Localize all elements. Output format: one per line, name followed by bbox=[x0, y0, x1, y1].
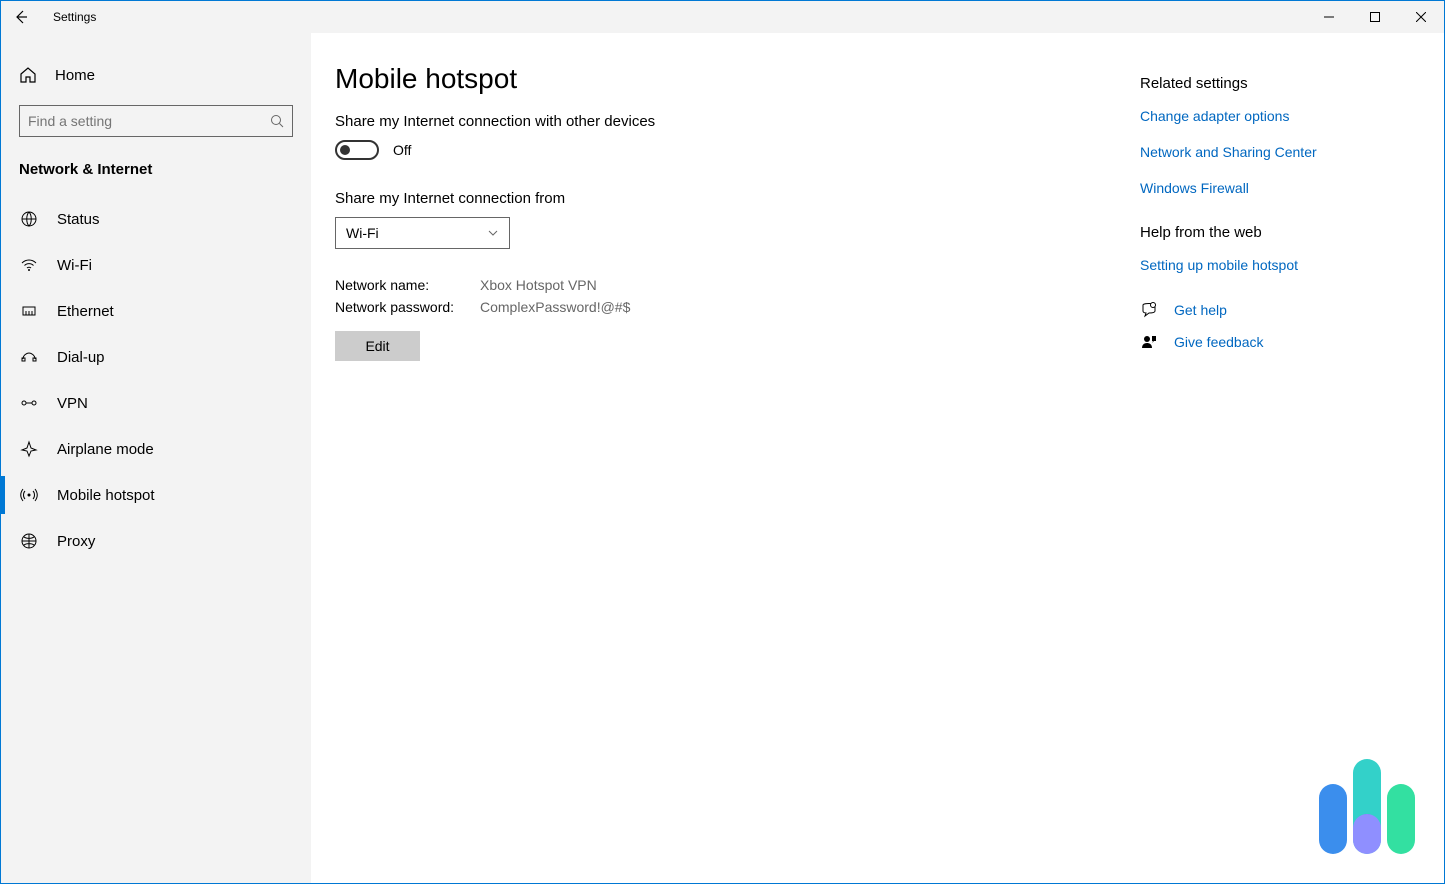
network-name-label: Network name: bbox=[335, 277, 480, 293]
sidebar-item-mobile-hotspot[interactable]: Mobile hotspot bbox=[1, 472, 311, 518]
minimize-icon bbox=[1324, 12, 1334, 22]
get-help-link[interactable]: Get help bbox=[1174, 302, 1227, 318]
search-icon bbox=[270, 114, 284, 128]
sidebar-item-status[interactable]: Status bbox=[1, 196, 311, 242]
main-content: Mobile hotspot Share my Internet connect… bbox=[335, 63, 1095, 853]
toggle-state-label: Off bbox=[393, 142, 411, 158]
share-label: Share my Internet connection with other … bbox=[335, 113, 1095, 130]
proxy-icon bbox=[19, 532, 39, 550]
window-controls bbox=[1306, 1, 1444, 33]
sidebar-item-label: Proxy bbox=[57, 533, 95, 550]
sidebar-item-airplane[interactable]: Airplane mode bbox=[1, 426, 311, 472]
sidebar-item-wifi[interactable]: Wi-Fi bbox=[1, 242, 311, 288]
get-help-icon bbox=[1140, 301, 1158, 319]
ethernet-icon bbox=[19, 302, 39, 320]
close-icon bbox=[1416, 12, 1426, 22]
dialup-icon bbox=[19, 348, 39, 366]
vpn-icon bbox=[19, 394, 39, 412]
search-box[interactable] bbox=[19, 105, 293, 137]
hotspot-icon bbox=[19, 486, 39, 504]
edit-button[interactable]: Edit bbox=[335, 331, 420, 361]
link-windows-firewall[interactable]: Windows Firewall bbox=[1140, 180, 1420, 196]
network-password-label: Network password: bbox=[335, 299, 480, 315]
home-label: Home bbox=[55, 67, 95, 84]
sidebar-item-vpn[interactable]: VPN bbox=[1, 380, 311, 426]
minimize-button[interactable] bbox=[1306, 1, 1352, 33]
give-feedback-link[interactable]: Give feedback bbox=[1174, 334, 1264, 350]
sidebar-item-label: Status bbox=[57, 211, 100, 228]
sidebar-item-label: Airplane mode bbox=[57, 441, 154, 458]
right-panel: Related settings Change adapter options … bbox=[1140, 63, 1420, 853]
chevron-down-icon bbox=[487, 227, 499, 239]
sidebar-home[interactable]: Home bbox=[1, 53, 311, 97]
link-setup-hotspot[interactable]: Setting up mobile hotspot bbox=[1140, 257, 1420, 273]
network-name-value: Xbox Hotspot VPN bbox=[480, 277, 597, 293]
network-password-value: ComplexPassword!@#$ bbox=[480, 299, 630, 315]
back-arrow-icon bbox=[13, 9, 29, 25]
sidebar-item-proxy[interactable]: Proxy bbox=[1, 518, 311, 564]
window-title: Settings bbox=[53, 10, 96, 24]
link-change-adapter[interactable]: Change adapter options bbox=[1140, 108, 1420, 124]
sidebar-item-label: VPN bbox=[57, 395, 88, 412]
maximize-icon bbox=[1370, 12, 1380, 22]
sidebar-category: Network & Internet bbox=[1, 153, 311, 196]
sidebar-item-label: Mobile hotspot bbox=[57, 487, 155, 504]
dropdown-value: Wi-Fi bbox=[346, 225, 379, 241]
sidebar-item-label: Wi-Fi bbox=[57, 257, 92, 274]
titlebar: Settings bbox=[1, 1, 1444, 33]
watermark-logo bbox=[1319, 759, 1415, 854]
sidebar: Home Network & Internet Status Wi-Fi E bbox=[1, 33, 311, 883]
airplane-icon bbox=[19, 440, 39, 458]
status-icon bbox=[19, 210, 39, 228]
share-toggle[interactable] bbox=[335, 140, 379, 160]
sidebar-item-label: Ethernet bbox=[57, 303, 114, 320]
maximize-button[interactable] bbox=[1352, 1, 1398, 33]
share-from-label: Share my Internet connection from bbox=[335, 190, 1095, 207]
link-network-sharing[interactable]: Network and Sharing Center bbox=[1140, 144, 1420, 160]
related-settings-heading: Related settings bbox=[1140, 75, 1420, 92]
close-button[interactable] bbox=[1398, 1, 1444, 33]
share-from-dropdown[interactable]: Wi-Fi bbox=[335, 217, 510, 249]
page-title: Mobile hotspot bbox=[335, 63, 1095, 95]
sidebar-item-label: Dial-up bbox=[57, 349, 105, 366]
wifi-icon bbox=[19, 256, 39, 274]
help-heading: Help from the web bbox=[1140, 224, 1420, 241]
sidebar-item-ethernet[interactable]: Ethernet bbox=[1, 288, 311, 334]
feedback-icon bbox=[1140, 333, 1158, 351]
search-input[interactable] bbox=[28, 113, 270, 129]
sidebar-item-dialup[interactable]: Dial-up bbox=[1, 334, 311, 380]
back-button[interactable] bbox=[1, 1, 41, 33]
home-icon bbox=[19, 66, 37, 84]
toggle-knob bbox=[340, 145, 350, 155]
